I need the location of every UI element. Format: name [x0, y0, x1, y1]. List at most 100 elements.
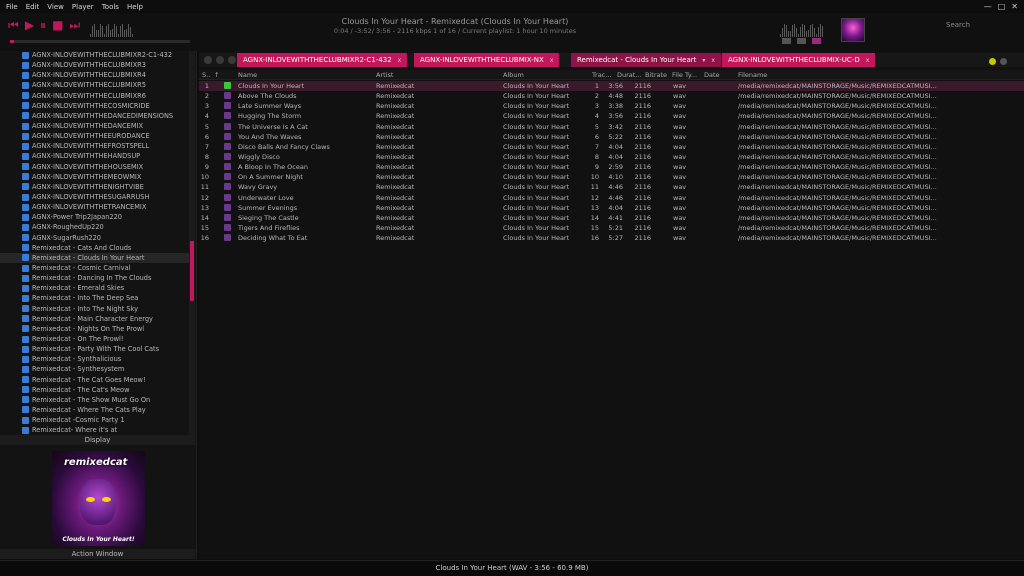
tab-close-icon[interactable]: x	[550, 57, 554, 64]
album-thumbnail[interactable]	[841, 18, 865, 42]
tab-playlist-1[interactable]: AGNX-INLOVEWITHTHECLUBMIXR2-C1-432 x	[237, 53, 408, 67]
col-track[interactable]: Trac...	[592, 71, 611, 79]
sidebar-item[interactable]: Remixedcat - Main Character Energy	[0, 314, 190, 324]
sidebar-item[interactable]: Remixedcat - Clouds In Your Heart	[0, 252, 190, 263]
menu-edit[interactable]: Edit	[26, 3, 40, 11]
col-sort[interactable]: ↑	[214, 71, 219, 79]
play-icon[interactable]: ▶	[25, 19, 34, 31]
scrollbar-thumb[interactable]	[190, 241, 194, 301]
playlist-menu-icon[interactable]	[1000, 58, 1007, 65]
action-window-header[interactable]: Action Window	[0, 549, 195, 559]
menu-tools[interactable]: Tools	[102, 3, 119, 11]
close-icon[interactable]: ✕	[1011, 2, 1018, 11]
sidebar-item[interactable]: Remixedcat - The Show Must Go On	[0, 395, 190, 405]
pause-icon[interactable]: ⏸	[40, 19, 46, 31]
sidebar-item[interactable]: Remixedcat - Emerald Skies	[0, 283, 190, 293]
track-album: Clouds In Your Heart	[503, 234, 570, 243]
sidebar-item[interactable]: Remixedcat - The Cat's Meow	[0, 385, 190, 395]
table-row[interactable]: 5 The Universe Is A Cat Remixedcat Clouds I…	[199, 122, 1024, 132]
minimize-icon[interactable]: —	[984, 2, 992, 11]
sidebar-item[interactable]: Remixedcat - Into The Night Sky	[0, 304, 190, 314]
sidebar-item[interactable]: AGNX-INLOVEWITHTHECLUBMIXR5	[0, 80, 190, 90]
sidebar-item[interactable]: Remixedcat- Where it's at	[0, 425, 190, 435]
sidebar-item[interactable]: AGNX-Power Trip2Japan220	[0, 212, 190, 222]
menu-file[interactable]: File	[6, 3, 18, 11]
sidebar-item[interactable]: AGNX-INLOVEWITHTHECLUBMIXR6	[0, 91, 190, 101]
sidebar-item[interactable]: Remixedcat - Where The Cats Play	[0, 405, 190, 415]
sidebar-item[interactable]: AGNX-INLOVEWITHTHEDANCEDIMENSIONS	[0, 111, 190, 121]
next-icon[interactable]: ⏭	[69, 19, 80, 31]
sidebar-item[interactable]: Remixedcat - Cats And Clouds	[0, 243, 190, 253]
sidebar-item[interactable]: AGNX-INLOVEWITHTHEMEOWMIX	[0, 172, 190, 182]
sidebar-item[interactable]: AGNX-INLOVEWITHTHEHOUSEMIX	[0, 162, 190, 172]
search-input[interactable]: Search	[920, 21, 1010, 33]
stop-icon[interactable]: ■	[52, 19, 63, 31]
sidebar-item[interactable]: Remixedcat - Into The Deep Sea	[0, 293, 190, 303]
col-date[interactable]: Date	[704, 71, 720, 79]
forward-icon[interactable]	[216, 56, 224, 64]
menu-view[interactable]: View	[47, 3, 64, 11]
sidebar-item[interactable]: Remixedcat -Cosmic Party 1	[0, 415, 190, 425]
col-bitrate[interactable]: Bitrate	[645, 71, 667, 79]
table-row[interactable]: 1 Clouds In Your Heart Remixedcat Clouds In…	[199, 81, 1024, 92]
tab-playlist-2[interactable]: AGNX-INLOVEWITHTHECLUBMIX-NX x	[414, 53, 560, 67]
sidebar-item[interactable]: AGNX-INLOVEWITHTHECLUBMIXR3	[0, 60, 190, 70]
menu-player[interactable]: Player	[72, 3, 94, 11]
table-row[interactable]: 16 Deciding What To Eat Remixedcat Clouds I…	[199, 233, 1024, 243]
chevron-down-icon[interactable]: ▾	[702, 57, 705, 64]
table-row[interactable]: 11 Wavy Gravy Remixedcat Clouds In Your Hea…	[199, 182, 1024, 192]
col-artist[interactable]: Artist	[376, 71, 393, 79]
sidebar-item[interactable]: AGNX-INLOVEWITHTHEEURODANCE	[0, 131, 190, 141]
refresh-icon[interactable]	[228, 56, 236, 64]
sidebar-item[interactable]: Remixedcat - Party With The Cool Cats	[0, 344, 190, 354]
table-row[interactable]: 3 Late Summer Ways Remixedcat Clouds In You…	[199, 101, 1024, 111]
sidebar-item[interactable]: AGNX-INLOVEWITHTHEHANDSUP	[0, 151, 190, 161]
table-row[interactable]: 15 Tigers And Fireflies Remixedcat Clouds I…	[199, 223, 1024, 233]
col-status[interactable]: S..	[202, 71, 210, 79]
sidebar-item[interactable]: AGNX-INLOVEWITHTHECLUBMIXR4	[0, 70, 190, 80]
table-row[interactable]: 8 Wiggly Disco Remixedcat Clouds In Your He…	[199, 152, 1024, 162]
col-duration[interactable]: Durat...	[617, 71, 642, 79]
tab-close-icon[interactable]: x	[398, 57, 402, 64]
col-album[interactable]: Album	[503, 71, 524, 79]
table-row[interactable]: 2 Above The Clouds Remixedcat Clouds In You…	[199, 91, 1024, 101]
sidebar-item[interactable]: AGNX-INLOVEWITHTHENIGHTVIBE	[0, 182, 190, 192]
table-row[interactable]: 14 Sieging The Castle Remixedcat Clouds In …	[199, 213, 1024, 223]
table-row[interactable]: 13 Summer Evenings Remixedcat Clouds In You…	[199, 203, 1024, 213]
sidebar-item[interactable]: Remixedcat - Synthesystem	[0, 364, 190, 374]
sidebar-item[interactable]: AGNX-INLOVEWITHTHECLUBMIXR2-C1-432	[0, 51, 190, 60]
table-row[interactable]: 6 You And The Waves Remixedcat Clouds In Yo…	[199, 132, 1024, 142]
sidebar-item[interactable]: Remixedcat - Synthalicious	[0, 354, 190, 364]
sidebar-item[interactable]: AGNX-INLOVEWITHTHESUGARRUSH	[0, 192, 190, 202]
col-name[interactable]: Name	[238, 71, 257, 79]
sidebar-item[interactable]: Remixedcat - Cosmic Carnival	[0, 263, 190, 273]
tab-playlist-active[interactable]: Remixedcat - Clouds In Your Heart ▾ x	[571, 53, 721, 67]
table-row[interactable]: 12 Underwater Love Remixedcat Clouds In You…	[199, 193, 1024, 203]
sidebar-item[interactable]: Remixedcat - On The Prowl!	[0, 334, 190, 344]
table-row[interactable]: 4 Hugging The Storm Remixedcat Clouds In Yo…	[199, 111, 1024, 121]
sidebar-item[interactable]: AGNX-INLOVEWITHTHETRANCEMIX	[0, 202, 190, 212]
table-row[interactable]: 10 On A Summer Night Remixedcat Clouds In Y…	[199, 172, 1024, 182]
table-row[interactable]: 7 Disco Balls And Fancy Claws Remixedcat Cl…	[199, 142, 1024, 152]
menu-help[interactable]: Help	[127, 3, 143, 11]
col-filename[interactable]: Filename	[738, 71, 767, 79]
tab-close-icon[interactable]: x	[866, 57, 870, 64]
tab-close-icon[interactable]: x	[711, 57, 715, 64]
sidebar-item[interactable]: AGNX-INLOVEWITHTHECOSMICRIDE	[0, 101, 190, 111]
tab-playlist-4[interactable]: AGNX-INLOVEWITHTHECLUBMIX-UC-D x	[722, 53, 876, 67]
sidebar-item[interactable]: AGNX-SugarRush220	[0, 233, 190, 243]
maximize-icon[interactable]: □	[998, 2, 1006, 11]
sidebar-item[interactable]: Remixedcat - The Cat Goes Meow!	[0, 375, 190, 385]
previous-icon[interactable]: ⏮	[8, 19, 19, 31]
sidebar-item[interactable]: AGNX-RoughedUp220	[0, 222, 190, 232]
sidebar-item[interactable]: AGNX-INLOVEWITHTHEDANCEMIX	[0, 121, 190, 131]
sidebar-item[interactable]: AGNX-INLOVEWITHTHEFROSTSPELL	[0, 141, 190, 151]
sidebar-item[interactable]: Remixedcat - Nights On The Prowl	[0, 324, 190, 334]
col-filetype[interactable]: File Ty...	[672, 71, 697, 79]
seek-bar[interactable]	[10, 40, 190, 43]
display-header[interactable]: Display	[0, 435, 195, 445]
sidebar-item[interactable]: Remixedcat - Dancing In The Clouds	[0, 273, 190, 283]
back-icon[interactable]	[204, 56, 212, 64]
table-row[interactable]: 9 A Bloop In The Ocean Remixedcat Clouds In…	[199, 162, 1024, 172]
volume-analyzer[interactable]	[90, 23, 133, 37]
